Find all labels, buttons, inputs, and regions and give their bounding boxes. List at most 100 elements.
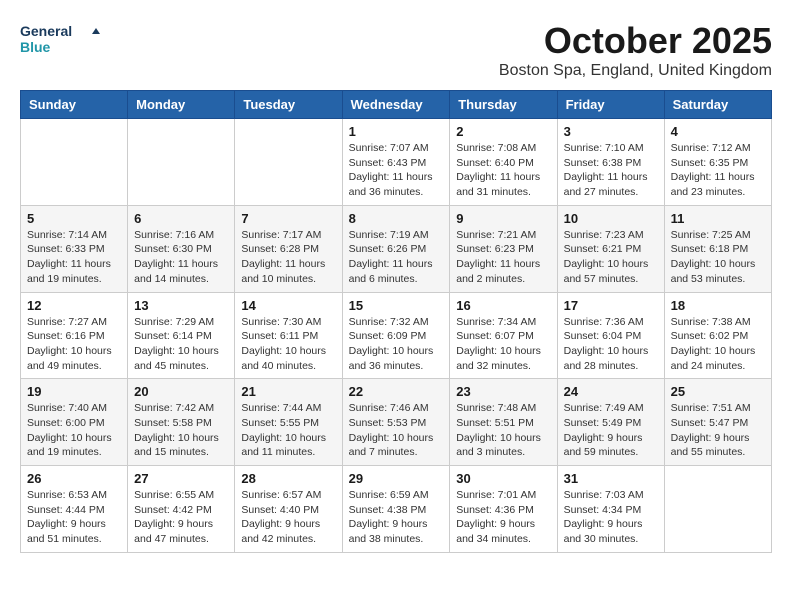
- day-info: Sunrise: 7:29 AM Sunset: 6:14 PM Dayligh…: [134, 315, 228, 374]
- day-number: 24: [564, 384, 658, 399]
- table-cell: 25 Sunrise: 7:51 AM Sunset: 5:47 PM Dayli…: [664, 379, 771, 466]
- header-saturday: Saturday: [664, 91, 771, 119]
- table-cell: [128, 119, 235, 206]
- week-row-2: 12 Sunrise: 7:27 AM Sunset: 6:16 PM Dayli…: [21, 292, 772, 379]
- day-info: Sunrise: 7:42 AM Sunset: 5:58 PM Dayligh…: [134, 401, 228, 460]
- table-cell: 4 Sunrise: 7:12 AM Sunset: 6:35 PM Daylig…: [664, 119, 771, 206]
- day-number: 13: [134, 298, 228, 313]
- table-cell: 15 Sunrise: 7:32 AM Sunset: 6:09 PM Dayli…: [342, 292, 450, 379]
- logo-svg: General Blue: [20, 20, 100, 60]
- day-number: 30: [456, 471, 550, 486]
- day-info: Sunrise: 7:51 AM Sunset: 5:47 PM Dayligh…: [671, 401, 765, 460]
- table-cell: 20Sunrise: 7:42 AM Sunset: 5:58 PM Dayli…: [128, 379, 235, 466]
- day-info: Sunrise: 6:53 AM Sunset: 4:44 PM Dayligh…: [27, 488, 121, 547]
- week-row-1: 5Sunrise: 7:14 AM Sunset: 6:33 PM Daylig…: [21, 205, 772, 292]
- day-number: 27: [134, 471, 228, 486]
- day-number: 28: [241, 471, 335, 486]
- day-info: Sunrise: 7:07 AM Sunset: 6:43 PM Dayligh…: [349, 141, 444, 200]
- day-info: Sunrise: 7:12 AM Sunset: 6:35 PM Dayligh…: [671, 141, 765, 200]
- day-info: Sunrise: 7:27 AM Sunset: 6:16 PM Dayligh…: [27, 315, 121, 374]
- logo-text: General Blue: [20, 20, 100, 65]
- day-info: Sunrise: 6:55 AM Sunset: 4:42 PM Dayligh…: [134, 488, 228, 547]
- svg-text:Blue: Blue: [20, 39, 51, 55]
- day-number: 25: [671, 384, 765, 399]
- day-info: Sunrise: 7:10 AM Sunset: 6:38 PM Dayligh…: [564, 141, 658, 200]
- day-number: 11: [671, 211, 765, 226]
- day-number: 31: [564, 471, 658, 486]
- table-cell: 9Sunrise: 7:21 AM Sunset: 6:23 PM Daylig…: [450, 205, 557, 292]
- table-cell: 27 Sunrise: 6:55 AM Sunset: 4:42 PM Dayli…: [128, 466, 235, 553]
- day-number: 23: [456, 384, 550, 399]
- day-info: Sunrise: 6:57 AM Sunset: 4:40 PM Dayligh…: [241, 488, 335, 547]
- day-info: Sunrise: 6:59 AM Sunset: 4:38 PM Dayligh…: [349, 488, 444, 547]
- logo: General Blue: [20, 20, 100, 65]
- month-title: October 2025: [499, 20, 772, 62]
- week-row-4: 26 Sunrise: 6:53 AM Sunset: 4:44 PM Dayli…: [21, 466, 772, 553]
- day-info: Sunrise: 7:17 AM Sunset: 6:28 PM Dayligh…: [241, 228, 335, 287]
- day-info: Sunrise: 7:16 AM Sunset: 6:30 PM Dayligh…: [134, 228, 228, 287]
- table-cell: [21, 119, 128, 206]
- calendar-header-row: Sunday Monday Tuesday Wednesday Thursday…: [21, 91, 772, 119]
- day-info: Sunrise: 7:32 AM Sunset: 6:09 PM Dayligh…: [349, 315, 444, 374]
- day-number: 19: [27, 384, 121, 399]
- day-info: Sunrise: 7:23 AM Sunset: 6:21 PM Dayligh…: [564, 228, 658, 287]
- day-number: 7: [241, 211, 335, 226]
- table-cell: 2Sunrise: 7:08 AM Sunset: 6:40 PM Daylig…: [450, 119, 557, 206]
- page-header: General Blue October 2025 Boston Spa, En…: [20, 20, 772, 80]
- table-cell: 10 Sunrise: 7:23 AM Sunset: 6:21 PM Dayli…: [557, 205, 664, 292]
- table-cell: 23 Sunrise: 7:48 AM Sunset: 5:51 PM Dayli…: [450, 379, 557, 466]
- table-cell: 5Sunrise: 7:14 AM Sunset: 6:33 PM Daylig…: [21, 205, 128, 292]
- header-friday: Friday: [557, 91, 664, 119]
- table-cell: 1 Sunrise: 7:07 AM Sunset: 6:43 PM Daylig…: [342, 119, 450, 206]
- table-cell: 16 Sunrise: 7:34 AM Sunset: 6:07 PM Dayli…: [450, 292, 557, 379]
- table-cell: 8 Sunrise: 7:19 AM Sunset: 6:26 PM Daylig…: [342, 205, 450, 292]
- day-number: 16: [456, 298, 550, 313]
- table-cell: 24 Sunrise: 7:49 AM Sunset: 5:49 PM Dayli…: [557, 379, 664, 466]
- table-cell: 30Sunrise: 7:01 AM Sunset: 4:36 PM Dayli…: [450, 466, 557, 553]
- table-cell: 18 Sunrise: 7:38 AM Sunset: 6:02 PM Dayli…: [664, 292, 771, 379]
- location: Boston Spa, England, United Kingdom: [499, 62, 772, 80]
- header-tuesday: Tuesday: [235, 91, 342, 119]
- title-block: October 2025 Boston Spa, England, United…: [499, 20, 772, 80]
- day-number: 12: [27, 298, 121, 313]
- day-number: 22: [349, 384, 444, 399]
- day-info: Sunrise: 7:03 AM Sunset: 4:34 PM Dayligh…: [564, 488, 658, 547]
- day-number: 14: [241, 298, 335, 313]
- day-info: Sunrise: 7:21 AM Sunset: 6:23 PM Dayligh…: [456, 228, 550, 287]
- day-info: Sunrise: 7:36 AM Sunset: 6:04 PM Dayligh…: [564, 315, 658, 374]
- day-number: 15: [349, 298, 444, 313]
- table-cell: 26 Sunrise: 6:53 AM Sunset: 4:44 PM Dayli…: [21, 466, 128, 553]
- day-number: 29: [349, 471, 444, 486]
- table-cell: 19Sunrise: 7:40 AM Sunset: 6:00 PM Dayli…: [21, 379, 128, 466]
- day-info: Sunrise: 7:49 AM Sunset: 5:49 PM Dayligh…: [564, 401, 658, 460]
- table-cell: [235, 119, 342, 206]
- day-info: Sunrise: 7:19 AM Sunset: 6:26 PM Dayligh…: [349, 228, 444, 287]
- table-cell: 29 Sunrise: 6:59 AM Sunset: 4:38 PM Dayli…: [342, 466, 450, 553]
- table-cell: 13 Sunrise: 7:29 AM Sunset: 6:14 PM Dayli…: [128, 292, 235, 379]
- day-info: Sunrise: 7:14 AM Sunset: 6:33 PM Dayligh…: [27, 228, 121, 287]
- header-thursday: Thursday: [450, 91, 557, 119]
- day-info: Sunrise: 7:34 AM Sunset: 6:07 PM Dayligh…: [456, 315, 550, 374]
- table-cell: 3Sunrise: 7:10 AM Sunset: 6:38 PM Daylig…: [557, 119, 664, 206]
- svg-text:General: General: [20, 23, 72, 39]
- header-sunday: Sunday: [21, 91, 128, 119]
- table-cell: 11 Sunrise: 7:25 AM Sunset: 6:18 PM Dayli…: [664, 205, 771, 292]
- day-number: 26: [27, 471, 121, 486]
- week-row-3: 19Sunrise: 7:40 AM Sunset: 6:00 PM Dayli…: [21, 379, 772, 466]
- table-cell: 7 Sunrise: 7:17 AM Sunset: 6:28 PM Daylig…: [235, 205, 342, 292]
- table-cell: 14Sunrise: 7:30 AM Sunset: 6:11 PM Dayli…: [235, 292, 342, 379]
- header-wednesday: Wednesday: [342, 91, 450, 119]
- day-number: 21: [241, 384, 335, 399]
- day-number: 18: [671, 298, 765, 313]
- day-info: Sunrise: 7:25 AM Sunset: 6:18 PM Dayligh…: [671, 228, 765, 287]
- table-cell: 17Sunrise: 7:36 AM Sunset: 6:04 PM Dayli…: [557, 292, 664, 379]
- table-cell: [664, 466, 771, 553]
- day-info: Sunrise: 7:48 AM Sunset: 5:51 PM Dayligh…: [456, 401, 550, 460]
- day-number: 10: [564, 211, 658, 226]
- day-info: Sunrise: 7:38 AM Sunset: 6:02 PM Dayligh…: [671, 315, 765, 374]
- table-cell: 21Sunrise: 7:44 AM Sunset: 5:55 PM Dayli…: [235, 379, 342, 466]
- day-number: 6: [134, 211, 228, 226]
- day-number: 4: [671, 124, 765, 139]
- day-number: 8: [349, 211, 444, 226]
- day-number: 1: [349, 124, 444, 139]
